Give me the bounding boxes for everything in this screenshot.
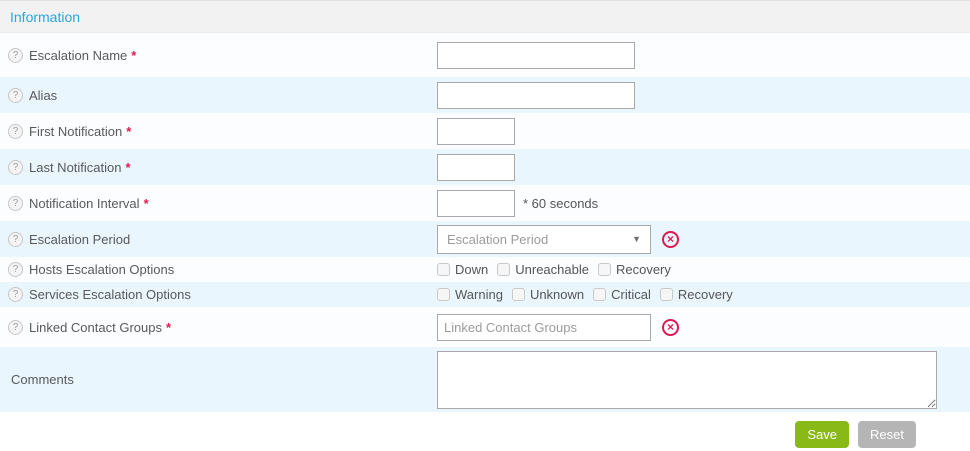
field-label: Last Notification <box>29 160 122 175</box>
checkbox-label: Unknown <box>530 287 584 302</box>
form-row-comments: Comments <box>0 347 970 412</box>
help-icon[interactable]: ? <box>8 124 23 139</box>
field-label: Escalation Name <box>29 48 127 63</box>
checkbox-label: Down <box>455 262 488 277</box>
checkbox-box[interactable] <box>437 288 450 301</box>
field-label: First Notification <box>29 124 122 139</box>
select-placeholder: Escalation Period <box>447 232 548 247</box>
form-row-services-escalation-options: ? Services Escalation Options Warning Un… <box>0 282 970 307</box>
field-label-group: ? Alias <box>0 88 437 103</box>
field-value-cell <box>437 154 515 181</box>
interval-unit-hint: * 60 seconds <box>523 196 598 211</box>
field-label: Comments <box>11 372 74 387</box>
field-label-group: ? Services Escalation Options <box>0 287 437 302</box>
comments-textarea[interactable] <box>437 351 937 409</box>
checkbox-box[interactable] <box>512 288 525 301</box>
form-row-notification-interval: ? Notification Interval * * 60 seconds <box>0 185 970 221</box>
checkbox-recovery-services[interactable]: Recovery <box>660 287 733 302</box>
field-label-group: ? Escalation Name * <box>0 48 437 63</box>
field-value-cell: × <box>437 314 679 341</box>
checkbox-warning[interactable]: Warning <box>437 287 503 302</box>
checkbox-label: Warning <box>455 287 503 302</box>
field-value-cell: * 60 seconds <box>437 190 598 217</box>
checkbox-label: Critical <box>611 287 651 302</box>
field-value-cell: Down Unreachable Recovery <box>437 262 680 277</box>
required-marker: * <box>144 196 149 211</box>
field-label-group: ? Last Notification * <box>0 160 437 175</box>
help-icon[interactable]: ? <box>8 48 23 63</box>
section-header: Information <box>0 1 970 33</box>
help-icon[interactable]: ? <box>8 160 23 175</box>
checkbox-unreachable[interactable]: Unreachable <box>497 262 589 277</box>
required-marker: * <box>126 160 131 175</box>
form-row-first-notification: ? First Notification * <box>0 113 970 149</box>
clear-icon[interactable]: × <box>662 231 679 248</box>
checkbox-box[interactable] <box>497 263 510 276</box>
checkbox-box[interactable] <box>593 288 606 301</box>
checkbox-label: Recovery <box>616 262 671 277</box>
help-icon[interactable]: ? <box>8 88 23 103</box>
form-footer: Save Reset <box>0 412 970 451</box>
help-icon[interactable]: ? <box>8 262 23 277</box>
escalation-name-input[interactable] <box>437 42 635 69</box>
notification-interval-input[interactable] <box>437 190 515 217</box>
checkbox-down[interactable]: Down <box>437 262 488 277</box>
field-value-cell <box>437 42 635 69</box>
reset-button[interactable]: Reset <box>858 421 916 448</box>
escalation-form: Information ? Escalation Name * ? Alias … <box>0 0 970 451</box>
checkbox-label: Recovery <box>678 287 733 302</box>
help-icon[interactable]: ? <box>8 320 23 335</box>
field-value-cell: Escalation Period ▼ × <box>437 225 679 254</box>
field-label: Escalation Period <box>29 232 130 247</box>
first-notification-input[interactable] <box>437 118 515 145</box>
form-row-last-notification: ? Last Notification * <box>0 149 970 185</box>
checkbox-recovery-hosts[interactable]: Recovery <box>598 262 671 277</box>
checkbox-box[interactable] <box>660 288 673 301</box>
field-value-cell <box>437 82 635 109</box>
field-label: Linked Contact Groups <box>29 320 162 335</box>
field-label-group: ? Linked Contact Groups * <box>0 320 437 335</box>
field-label-group: Comments <box>0 372 437 387</box>
field-label-group: ? First Notification * <box>0 124 437 139</box>
form-row-escalation-name: ? Escalation Name * <box>0 33 970 77</box>
checkbox-label: Unreachable <box>515 262 589 277</box>
checkbox-box[interactable] <box>437 263 450 276</box>
field-value-cell <box>437 118 515 145</box>
field-label: Services Escalation Options <box>29 287 191 302</box>
required-marker: * <box>166 320 171 335</box>
form-row-linked-contact-groups: ? Linked Contact Groups * × <box>0 307 970 347</box>
field-label: Alias <box>29 88 57 103</box>
field-value-cell <box>437 351 937 409</box>
section-title: Information <box>10 9 80 25</box>
field-label-group: ? Escalation Period <box>0 232 437 247</box>
chevron-down-icon: ▼ <box>632 234 641 244</box>
field-label-group: ? Hosts Escalation Options <box>0 262 437 277</box>
form-row-escalation-period: ? Escalation Period Escalation Period ▼ … <box>0 221 970 257</box>
form-row-hosts-escalation-options: ? Hosts Escalation Options Down Unreacha… <box>0 257 970 282</box>
clear-icon[interactable]: × <box>662 319 679 336</box>
save-button[interactable]: Save <box>795 421 849 448</box>
escalation-period-select[interactable]: Escalation Period ▼ <box>437 225 651 254</box>
last-notification-input[interactable] <box>437 154 515 181</box>
help-icon[interactable]: ? <box>8 287 23 302</box>
required-marker: * <box>126 124 131 139</box>
form-row-alias: ? Alias <box>0 77 970 113</box>
checkbox-box[interactable] <box>598 263 611 276</box>
checkbox-unknown[interactable]: Unknown <box>512 287 584 302</box>
checkbox-critical[interactable]: Critical <box>593 287 651 302</box>
help-icon[interactable]: ? <box>8 232 23 247</box>
required-marker: * <box>131 48 136 63</box>
field-label-group: ? Notification Interval * <box>0 196 437 211</box>
field-label: Hosts Escalation Options <box>29 262 174 277</box>
field-label: Notification Interval <box>29 196 140 211</box>
linked-contact-groups-input[interactable] <box>437 314 651 341</box>
alias-input[interactable] <box>437 82 635 109</box>
help-icon[interactable]: ? <box>8 196 23 211</box>
field-value-cell: Warning Unknown Critical Recovery <box>437 287 742 302</box>
